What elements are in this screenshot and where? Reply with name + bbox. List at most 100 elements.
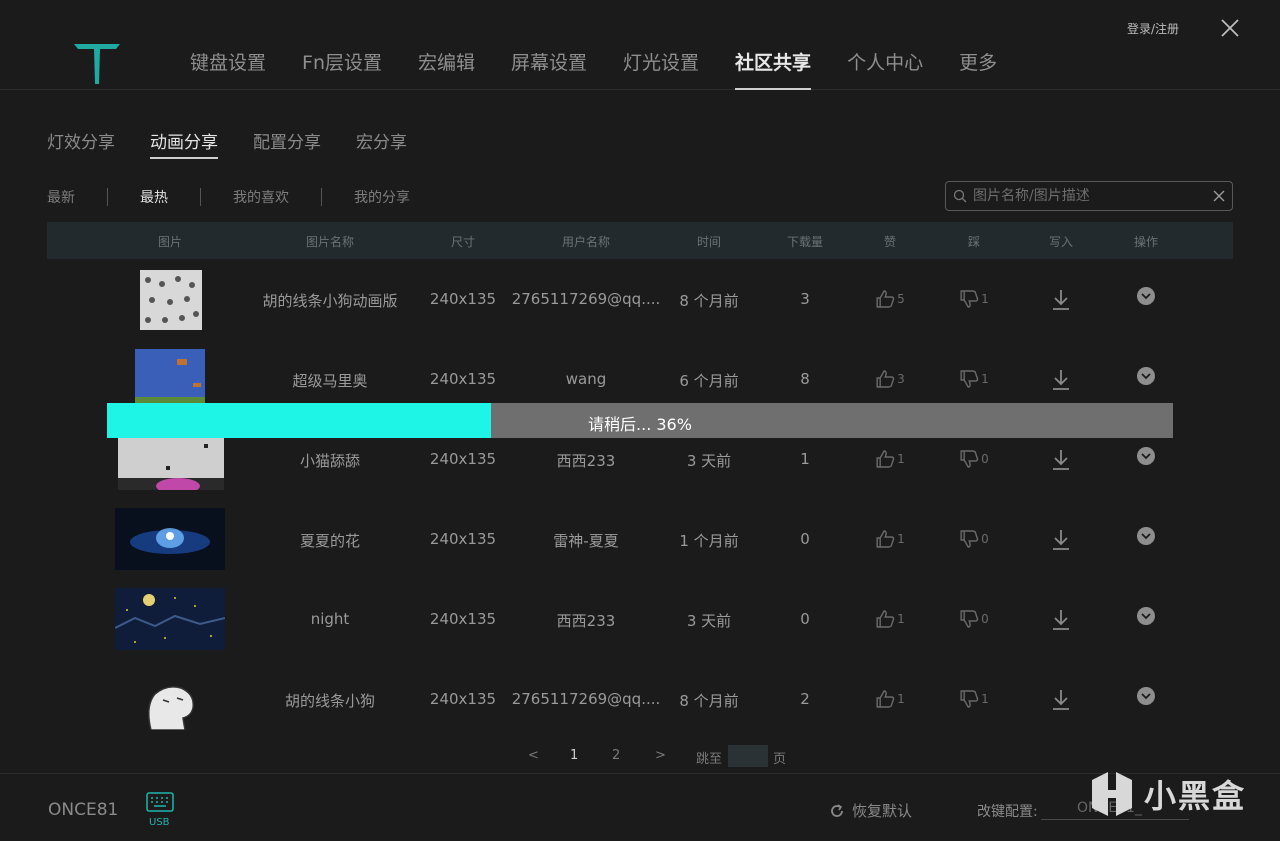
divider bbox=[200, 188, 201, 206]
nav-macro-editor[interactable]: 宏编辑 bbox=[418, 48, 475, 90]
dislike-button[interactable]: 0 bbox=[959, 608, 989, 630]
thumbs-up-icon bbox=[876, 610, 895, 628]
page-jump-input[interactable] bbox=[728, 745, 768, 767]
chevron-down-icon[interactable] bbox=[1137, 687, 1155, 705]
tab-animation-share[interactable]: 动画分享 bbox=[150, 128, 218, 159]
like-button[interactable]: 5 bbox=[875, 288, 905, 310]
thumbs-down-icon bbox=[960, 370, 979, 388]
page-2-button[interactable]: 2 bbox=[612, 748, 620, 763]
progress-text: 请稍后... 36% bbox=[588, 415, 692, 434]
filter-my-shares[interactable]: 我的分享 bbox=[354, 187, 410, 207]
heybox-logo-icon bbox=[1092, 772, 1132, 816]
dislike-button[interactable]: 0 bbox=[959, 528, 989, 550]
col-user: 用户名称 bbox=[561, 235, 611, 249]
dislike-count: 1 bbox=[981, 292, 989, 306]
prev-page-button[interactable]: < bbox=[528, 748, 539, 763]
download-icon[interactable] bbox=[1050, 288, 1072, 312]
login-link[interactable]: 登录/注册 bbox=[1127, 20, 1179, 37]
upload-time: 1 个月前 bbox=[679, 532, 739, 550]
usb-indicator: USB bbox=[146, 790, 174, 830]
next-page-button[interactable]: > bbox=[655, 748, 666, 763]
filter-my-likes[interactable]: 我的喜欢 bbox=[233, 187, 289, 207]
thumbs-down-icon bbox=[960, 450, 979, 468]
filter-hottest[interactable]: 最热 bbox=[140, 187, 168, 207]
image-size: 240x135 bbox=[429, 610, 497, 628]
nav-light-settings[interactable]: 灯光设置 bbox=[623, 48, 699, 90]
dislike-button[interactable]: 0 bbox=[959, 448, 989, 470]
close-icon[interactable] bbox=[1219, 17, 1241, 39]
refresh-icon bbox=[831, 803, 843, 817]
like-button[interactable]: 1 bbox=[875, 608, 905, 630]
table-row: 胡的线条小狗 240x135 2765117269@qq.... 8 个月前 2… bbox=[47, 660, 1233, 740]
download-icon[interactable] bbox=[1050, 368, 1072, 392]
image-name: 超级马里奥 bbox=[292, 372, 368, 390]
chevron-down-icon[interactable] bbox=[1137, 367, 1155, 385]
user-name: 2765117269@qq.... bbox=[511, 290, 661, 308]
brand-logo bbox=[74, 44, 120, 84]
key-config-label: 改键配置: bbox=[977, 804, 1038, 820]
like-button[interactable]: 1 bbox=[875, 448, 905, 470]
image-size: 240x135 bbox=[429, 530, 497, 548]
like-button[interactable]: 3 bbox=[875, 368, 905, 390]
col-dislikes: 踩 bbox=[967, 235, 981, 249]
dislike-count: 0 bbox=[981, 612, 989, 626]
top-bar: 键盘设置 Fn层设置 宏编辑 屏幕设置 灯光设置 社区共享 个人中心 更多 登录… bbox=[0, 0, 1280, 90]
filter-latest[interactable]: 最新 bbox=[47, 187, 75, 207]
animation-thumbnail bbox=[135, 349, 205, 403]
nav-keyboard-settings[interactable]: 键盘设置 bbox=[190, 48, 266, 90]
download-count: 3 bbox=[800, 290, 810, 308]
like-button[interactable]: 1 bbox=[875, 528, 905, 550]
thumbs-down-icon bbox=[960, 610, 979, 628]
chevron-down-icon[interactable] bbox=[1137, 287, 1155, 305]
like-button[interactable]: 1 bbox=[875, 688, 905, 710]
nav-community[interactable]: 社区共享 bbox=[735, 48, 812, 90]
tab-macro-share[interactable]: 宏分享 bbox=[356, 128, 407, 159]
thumbs-up-icon bbox=[876, 690, 895, 708]
chevron-down-icon[interactable] bbox=[1137, 607, 1155, 625]
chevron-down-icon[interactable] bbox=[1137, 447, 1155, 465]
nav-more[interactable]: 更多 bbox=[959, 48, 997, 90]
tab-config-share[interactable]: 配置分享 bbox=[253, 128, 321, 159]
download-icon[interactable] bbox=[1050, 448, 1072, 472]
user-name: wang bbox=[565, 370, 607, 388]
nav-screen-settings[interactable]: 屏幕设置 bbox=[511, 48, 587, 90]
col-size: 尺寸 bbox=[450, 235, 476, 249]
divider bbox=[321, 188, 322, 206]
download-icon[interactable] bbox=[1050, 688, 1072, 712]
nav-personal-center[interactable]: 个人中心 bbox=[847, 48, 923, 90]
search-input[interactable] bbox=[973, 186, 1203, 206]
page-1-button[interactable]: 1 bbox=[570, 748, 578, 763]
download-icon[interactable] bbox=[1050, 528, 1072, 552]
dislike-button[interactable]: 1 bbox=[959, 288, 989, 310]
dislike-count: 1 bbox=[981, 372, 989, 386]
dislike-button[interactable]: 1 bbox=[959, 368, 989, 390]
animation-thumbnail bbox=[140, 270, 202, 330]
download-icon[interactable] bbox=[1050, 608, 1072, 632]
chevron-down-icon[interactable] bbox=[1137, 527, 1155, 545]
image-name: 胡的线条小狗 bbox=[284, 692, 376, 710]
like-count: 1 bbox=[897, 612, 905, 626]
restore-label: 恢复默认 bbox=[852, 802, 913, 820]
col-time: 时间 bbox=[696, 235, 722, 249]
clear-search-icon[interactable] bbox=[1213, 190, 1225, 202]
device-name: ONCE81 bbox=[48, 800, 119, 820]
dislike-count: 1 bbox=[981, 692, 989, 706]
like-count: 1 bbox=[897, 532, 905, 546]
image-name: night bbox=[310, 610, 350, 628]
app-window: 键盘设置 Fn层设置 宏编辑 屏幕设置 灯光设置 社区共享 个人中心 更多 登录… bbox=[0, 0, 1280, 841]
keyboard-icon bbox=[146, 792, 174, 812]
restore-default-button[interactable]: 恢复默认 bbox=[829, 800, 912, 821]
image-size: 240x135 bbox=[429, 370, 497, 388]
nav-fn-layer[interactable]: Fn层设置 bbox=[302, 48, 382, 90]
col-name: 图片名称 bbox=[305, 235, 355, 249]
upload-time: 8 个月前 bbox=[679, 292, 739, 310]
dislike-button[interactable]: 1 bbox=[959, 688, 989, 710]
like-count: 1 bbox=[897, 452, 905, 466]
col-actions: 操作 bbox=[1133, 235, 1159, 249]
download-progress-bar: 请稍后... 36% bbox=[107, 403, 1173, 438]
upload-time: 8 个月前 bbox=[679, 692, 739, 710]
watermark: 小黑盒 bbox=[1086, 770, 1246, 818]
tab-light-share[interactable]: 灯效分享 bbox=[47, 128, 115, 159]
animation-thumbnail bbox=[115, 588, 225, 650]
thumbs-down-icon bbox=[960, 290, 979, 308]
